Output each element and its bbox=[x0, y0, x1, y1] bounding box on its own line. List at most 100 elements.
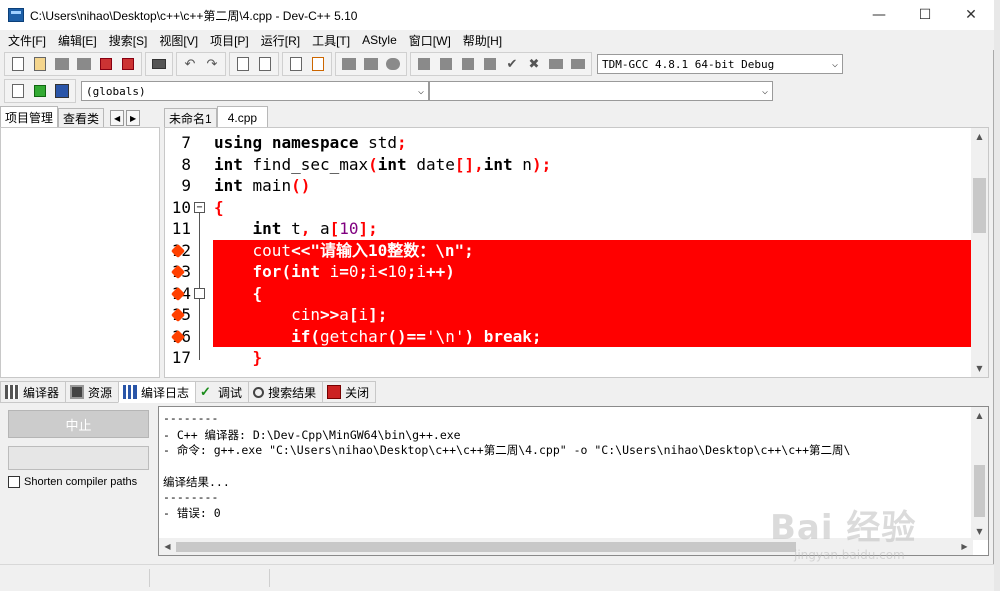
stop-compile-button[interactable]: 中止 bbox=[8, 410, 149, 438]
code-text: { bbox=[214, 197, 224, 217]
log-scroll-thumb[interactable] bbox=[974, 465, 985, 517]
code-line[interactable]: 8 int find_sec_max(int date[],int n); bbox=[165, 154, 988, 176]
menu-tools[interactable]: 工具[T] bbox=[306, 32, 356, 49]
tab-scroll-left-icon[interactable]: ◀ bbox=[110, 110, 125, 126]
close-window-button[interactable]: ✕ bbox=[948, 0, 994, 30]
scroll-left-icon[interactable]: ◀ bbox=[159, 538, 176, 555]
code-line[interactable]: 9 int main() bbox=[165, 175, 988, 197]
code-line[interactable]: 11 int t, a[10]; bbox=[165, 218, 988, 240]
code-line[interactable]: 16 if(getchar()=='\n') break; bbox=[165, 326, 988, 348]
breakpoint-marker-icon[interactable] bbox=[171, 287, 185, 301]
compiler-grid-icon bbox=[5, 385, 19, 399]
close-file-icon[interactable] bbox=[96, 54, 116, 74]
tab-project-manager[interactable]: 项目管理 bbox=[0, 106, 59, 128]
new-file-icon[interactable] bbox=[8, 54, 28, 74]
goto-definition-icon[interactable] bbox=[30, 81, 50, 101]
menu-run[interactable]: 运行[R] bbox=[255, 32, 306, 49]
code-line[interactable]: 7 using namespace std; bbox=[165, 132, 988, 154]
add-to-project-icon[interactable] bbox=[339, 54, 359, 74]
menu-help[interactable]: 帮助[H] bbox=[457, 32, 508, 49]
project-tree-panel[interactable] bbox=[0, 127, 160, 378]
tab-class-browser[interactable]: 查看类 bbox=[58, 108, 105, 128]
menu-astyle[interactable]: AStyle bbox=[356, 33, 403, 47]
scroll-up-icon[interactable]: ▲ bbox=[971, 128, 988, 145]
breakpoint-marker-icon[interactable] bbox=[171, 308, 185, 322]
syntax-check-icon[interactable]: ✔ bbox=[502, 54, 522, 74]
tab-untitled1[interactable]: 未命名1 bbox=[164, 108, 217, 128]
log-line: - C++ 编译器: D:\Dev-Cpp\MinGW64\bin\g++.ex… bbox=[163, 427, 461, 442]
replace-icon[interactable] bbox=[255, 54, 275, 74]
scroll-down-icon[interactable]: ▼ bbox=[971, 523, 988, 540]
line-number: 17 bbox=[171, 348, 191, 367]
editor-scroll-thumb[interactable] bbox=[973, 178, 986, 233]
menu-search[interactable]: 搜索[S] bbox=[103, 32, 154, 49]
tab-compiler[interactable]: 编译器 bbox=[0, 381, 67, 403]
find-icon[interactable] bbox=[233, 54, 253, 74]
rebuild-all-icon[interactable] bbox=[480, 54, 500, 74]
menu-project[interactable]: 项目[P] bbox=[204, 32, 255, 49]
redo-icon[interactable]: ↷ bbox=[202, 54, 222, 74]
shorten-paths-option[interactable]: Shorten compiler paths bbox=[8, 476, 137, 488]
menu-file[interactable]: 文件[F] bbox=[2, 32, 52, 49]
breakpoint-marker-icon[interactable] bbox=[171, 244, 185, 258]
tab-compile-log[interactable]: 编译日志 bbox=[118, 381, 197, 403]
save-icon[interactable] bbox=[52, 54, 72, 74]
log-hscroll-thumb[interactable] bbox=[176, 542, 796, 552]
tab-close[interactable]: 关闭 bbox=[322, 381, 377, 403]
tab-search-results[interactable]: 搜索结果 bbox=[248, 381, 324, 403]
debug-icon[interactable] bbox=[546, 54, 566, 74]
fold-toggle-icon[interactable]: − bbox=[194, 201, 205, 213]
code-line[interactable]: 17 } bbox=[165, 347, 988, 369]
compiler-select[interactable]: TDM-GCC 4.8.1 64-bit Debug ⌵ bbox=[597, 54, 843, 74]
breakpoint-marker-icon[interactable] bbox=[171, 330, 185, 344]
insert-icon[interactable] bbox=[8, 81, 28, 101]
tab-scroll-right-icon[interactable]: ▶ bbox=[126, 110, 141, 126]
status-cell-position bbox=[0, 569, 150, 587]
symbol-select[interactable]: ⌵ bbox=[429, 81, 773, 101]
fold-toggle-icon[interactable]: − bbox=[194, 287, 205, 299]
close-all-icon[interactable] bbox=[118, 54, 138, 74]
scroll-up-icon[interactable]: ▲ bbox=[971, 407, 988, 424]
code-line[interactable]: 15 cin>>a[i]; bbox=[165, 304, 988, 326]
window-title: C:\Users\nihao\Desktop\c++\c++第二周\4.cpp … bbox=[30, 8, 358, 23]
scope-select[interactable]: (globals) ⌵ bbox=[81, 81, 429, 101]
open-file-icon[interactable] bbox=[30, 54, 50, 74]
breakpoint-marker-icon[interactable] bbox=[171, 265, 185, 279]
toggle-bookmark-icon[interactable] bbox=[52, 81, 72, 101]
menu-view[interactable]: 视图[V] bbox=[153, 32, 204, 49]
print-icon[interactable] bbox=[149, 54, 169, 74]
stop-execution-icon[interactable]: ✖ bbox=[524, 54, 544, 74]
code-editor[interactable]: 7 using namespace std; 8 int find_sec_max(i… bbox=[164, 127, 989, 378]
scroll-down-icon[interactable]: ▼ bbox=[971, 360, 988, 377]
save-all-icon[interactable] bbox=[74, 54, 94, 74]
tab-4cpp[interactable]: 4.cpp bbox=[216, 106, 269, 128]
project-options-icon[interactable] bbox=[383, 54, 403, 74]
tab-resources[interactable]: 资源 bbox=[65, 381, 120, 403]
code-line[interactable]: 10−{ bbox=[165, 197, 988, 219]
maximize-button[interactable]: ☐ bbox=[902, 0, 948, 30]
menu-window[interactable]: 窗口[W] bbox=[403, 32, 457, 49]
log-vertical-scrollbar[interactable]: ▲ ▼ bbox=[971, 407, 988, 540]
compile-toolbar-group: ✔ ✖ bbox=[410, 52, 592, 76]
minimize-button[interactable]: — bbox=[856, 0, 902, 30]
goto-line-icon[interactable] bbox=[286, 54, 306, 74]
code-line[interactable]: 12 cout<<"请输入10整数：\n"; bbox=[165, 240, 988, 262]
bottom-panel-tabs: 编译器 资源 编译日志 ✓ 调试 搜索结果 关闭 bbox=[0, 380, 994, 404]
code-line[interactable]: 13 for(int i=0;i<10;i++) bbox=[165, 261, 988, 283]
undo-icon[interactable]: ↶ bbox=[180, 54, 200, 74]
tab-debug[interactable]: ✓ 调试 bbox=[195, 381, 250, 403]
profile-icon[interactable] bbox=[568, 54, 588, 74]
remove-from-project-icon[interactable] bbox=[361, 54, 381, 74]
shorten-paths-checkbox[interactable] bbox=[8, 476, 20, 488]
watermark-text: Bai 经验 bbox=[770, 508, 917, 548]
bookmark-icon[interactable] bbox=[308, 54, 328, 74]
find-toolbar-group bbox=[229, 52, 279, 76]
compile-icon[interactable] bbox=[414, 54, 434, 74]
compile-controls: 中止 Shorten compiler paths bbox=[0, 404, 156, 558]
compile-run-icon[interactable] bbox=[458, 54, 478, 74]
editor-vertical-scrollbar[interactable]: ▲ ▼ bbox=[971, 128, 988, 377]
watermark-subtext: jingyan.baidu.com bbox=[794, 548, 905, 562]
run-icon[interactable] bbox=[436, 54, 456, 74]
menu-edit[interactable]: 编辑[E] bbox=[52, 32, 103, 49]
code-line[interactable]: 14− { bbox=[165, 283, 988, 305]
